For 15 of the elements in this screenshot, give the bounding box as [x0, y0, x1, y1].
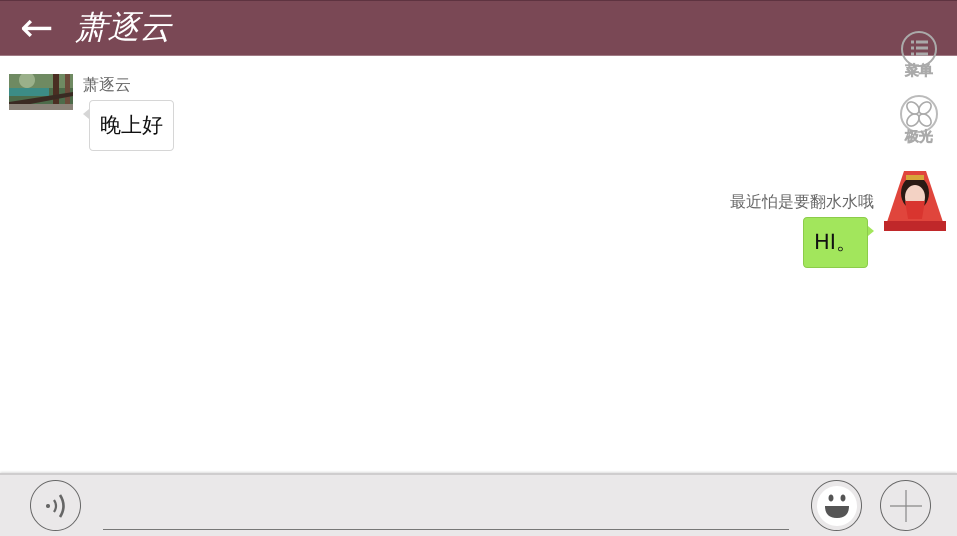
voice-button[interactable]	[30, 480, 81, 531]
add-button[interactable]	[880, 480, 931, 531]
sound-icon	[44, 492, 68, 518]
sender-name: 最近怕是要翻水水哦	[730, 191, 874, 213]
plus-icon	[890, 490, 922, 522]
emoji-button[interactable]	[811, 480, 862, 531]
message-bubble: 晚上好	[89, 100, 174, 151]
back-button[interactable]: ←	[20, 8, 54, 48]
floating-button[interactable]: 极光	[899, 94, 939, 144]
chat-title: 萧逐云	[76, 7, 172, 48]
smiley-icon	[816, 486, 856, 526]
bubble-tail	[868, 226, 874, 236]
message-bubble: HI。	[803, 217, 868, 268]
bubble-tail	[83, 109, 89, 119]
sender-name: 萧逐云	[83, 74, 131, 96]
